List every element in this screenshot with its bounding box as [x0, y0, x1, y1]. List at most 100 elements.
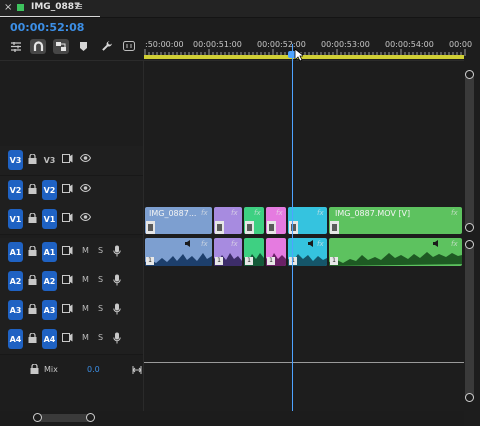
- sequence-color-swatch: [17, 4, 24, 11]
- zoom-handle-left[interactable]: [33, 413, 42, 422]
- timeline-settings-wrench-icon[interactable]: [101, 40, 113, 52]
- insert-overwrite-icon[interactable]: [8, 39, 24, 54]
- speaker-icon: [185, 240, 193, 247]
- lock-icon[interactable]: [28, 184, 37, 194]
- mute-button[interactable]: M: [82, 333, 89, 342]
- track-target-a2[interactable]: A2: [42, 271, 57, 291]
- fx-badge: fx: [231, 240, 238, 248]
- header-divider: [143, 61, 144, 411]
- video-clip[interactable]: fx: [244, 207, 264, 234]
- video-clip[interactable]: IMG_0887... fx: [145, 207, 212, 234]
- sync-lock-icon[interactable]: [62, 184, 73, 193]
- mute-button[interactable]: M: [82, 304, 89, 313]
- scroll-handle-top[interactable]: [465, 240, 474, 249]
- microphone-icon[interactable]: [113, 245, 121, 257]
- audio-clip[interactable]: 1 fx: [214, 238, 242, 266]
- eye-icon[interactable]: [80, 213, 91, 221]
- ruler-label: 00:00:51:00: [193, 40, 242, 49]
- mix-label: Mix: [44, 365, 58, 374]
- zoom-handle-right[interactable]: [86, 413, 95, 422]
- mute-button[interactable]: M: [82, 275, 89, 284]
- work-area-bar[interactable]: [144, 55, 464, 59]
- mix-end-icon[interactable]: [132, 366, 142, 374]
- track-header-v2: V2 V2: [0, 176, 143, 206]
- source-patch-v2[interactable]: V2: [8, 180, 23, 200]
- audio-channel-badge: 1: [289, 257, 297, 265]
- lock-icon[interactable]: [28, 246, 37, 256]
- clip-name: IMG_0887.MOV [V]: [335, 209, 411, 218]
- playhead-timecode[interactable]: 00:00:52:08: [10, 21, 84, 34]
- source-patch-a3[interactable]: A3: [8, 300, 23, 320]
- audio-clip[interactable]: 1 fx: [288, 238, 327, 266]
- ruler-label: 00:00:54:00: [385, 40, 434, 49]
- scroll-handle-bottom[interactable]: [465, 393, 474, 402]
- clip-thumbnail: [146, 221, 155, 234]
- fx-badge: fx: [201, 209, 208, 217]
- audio-channel-badge: 1: [245, 257, 253, 265]
- scroll-handle-top[interactable]: [465, 70, 474, 79]
- sync-lock-icon[interactable]: [62, 154, 73, 163]
- audio-channel-badge: 1: [146, 257, 154, 265]
- audio-clip[interactable]: 1 fx: [329, 238, 462, 266]
- source-patch-a1[interactable]: A1: [8, 242, 23, 262]
- video-scroll-thumb[interactable]: [465, 70, 474, 230]
- close-tab-icon[interactable]: ×: [4, 2, 12, 13]
- ruler-label: 00:00:53:00: [321, 40, 370, 49]
- fx-badge: fx: [451, 240, 458, 248]
- lock-icon[interactable]: [28, 275, 37, 285]
- mix-lock-icon[interactable]: [30, 364, 39, 374]
- lock-icon[interactable]: [28, 154, 37, 164]
- mute-button[interactable]: M: [82, 246, 89, 255]
- captions-icon[interactable]: [123, 41, 135, 51]
- sync-lock-icon[interactable]: [62, 333, 73, 342]
- sync-lock-icon[interactable]: [62, 275, 73, 284]
- panel-menu-icon[interactable]: ≡: [74, 0, 83, 13]
- track-target-a1[interactable]: A1: [42, 242, 57, 262]
- video-clip[interactable]: fx: [214, 207, 242, 234]
- track-target-v2[interactable]: V2: [42, 180, 57, 200]
- track-header-v3: V3 V3: [0, 146, 143, 176]
- microphone-icon[interactable]: [113, 332, 121, 344]
- track-target-a3[interactable]: A3: [42, 300, 57, 320]
- track-target-a4[interactable]: A4: [42, 329, 57, 349]
- audio-channel-badge: 1: [330, 257, 338, 265]
- track-header-a4: A4 A4 M S: [0, 325, 143, 355]
- audio-clip[interactable]: 1: [266, 238, 286, 266]
- snap-magnet-icon[interactable]: [30, 39, 46, 54]
- active-tab-indicator: [0, 16, 100, 17]
- linked-selection-icon[interactable]: [53, 39, 69, 54]
- audio-clip[interactable]: 1: [244, 238, 264, 266]
- eye-icon[interactable]: [80, 154, 91, 162]
- video-clip[interactable]: fx: [288, 207, 327, 234]
- sync-lock-icon[interactable]: [62, 213, 73, 222]
- lock-icon[interactable]: [28, 213, 37, 223]
- video-clip[interactable]: IMG_0887.MOV [V] fx: [329, 207, 462, 234]
- source-patch-a2[interactable]: A2: [8, 271, 23, 291]
- solo-button[interactable]: S: [98, 246, 103, 255]
- microphone-icon[interactable]: [113, 303, 121, 315]
- video-clip[interactable]: fx: [266, 207, 286, 234]
- add-marker-icon[interactable]: [79, 41, 88, 52]
- sync-lock-icon[interactable]: [62, 304, 73, 313]
- sync-lock-icon[interactable]: [62, 246, 73, 255]
- horizontal-scroll-thumb[interactable]: [36, 414, 92, 422]
- ruler-label: 00:00: [449, 40, 473, 49]
- track-target-v3[interactable]: V3: [42, 150, 57, 170]
- sequence-tab-title[interactable]: IMG_0887: [31, 2, 80, 12]
- source-patch-v3[interactable]: V3: [8, 150, 23, 170]
- lock-icon[interactable]: [28, 304, 37, 314]
- solo-button[interactable]: S: [98, 333, 103, 342]
- track-target-v1[interactable]: V1: [42, 209, 57, 229]
- solo-button[interactable]: S: [98, 275, 103, 284]
- playhead-line[interactable]: [292, 44, 293, 411]
- source-patch-v1[interactable]: V1: [8, 209, 23, 229]
- audio-scroll-thumb[interactable]: [465, 240, 474, 402]
- mix-volume-value[interactable]: 0.0: [87, 365, 100, 374]
- microphone-icon[interactable]: [113, 274, 121, 286]
- solo-button[interactable]: S: [98, 304, 103, 313]
- scroll-handle-bottom[interactable]: [465, 223, 474, 232]
- audio-clip[interactable]: 1 fx: [145, 238, 212, 266]
- lock-icon[interactable]: [28, 333, 37, 343]
- eye-icon[interactable]: [80, 184, 91, 192]
- source-patch-a4[interactable]: A4: [8, 329, 23, 349]
